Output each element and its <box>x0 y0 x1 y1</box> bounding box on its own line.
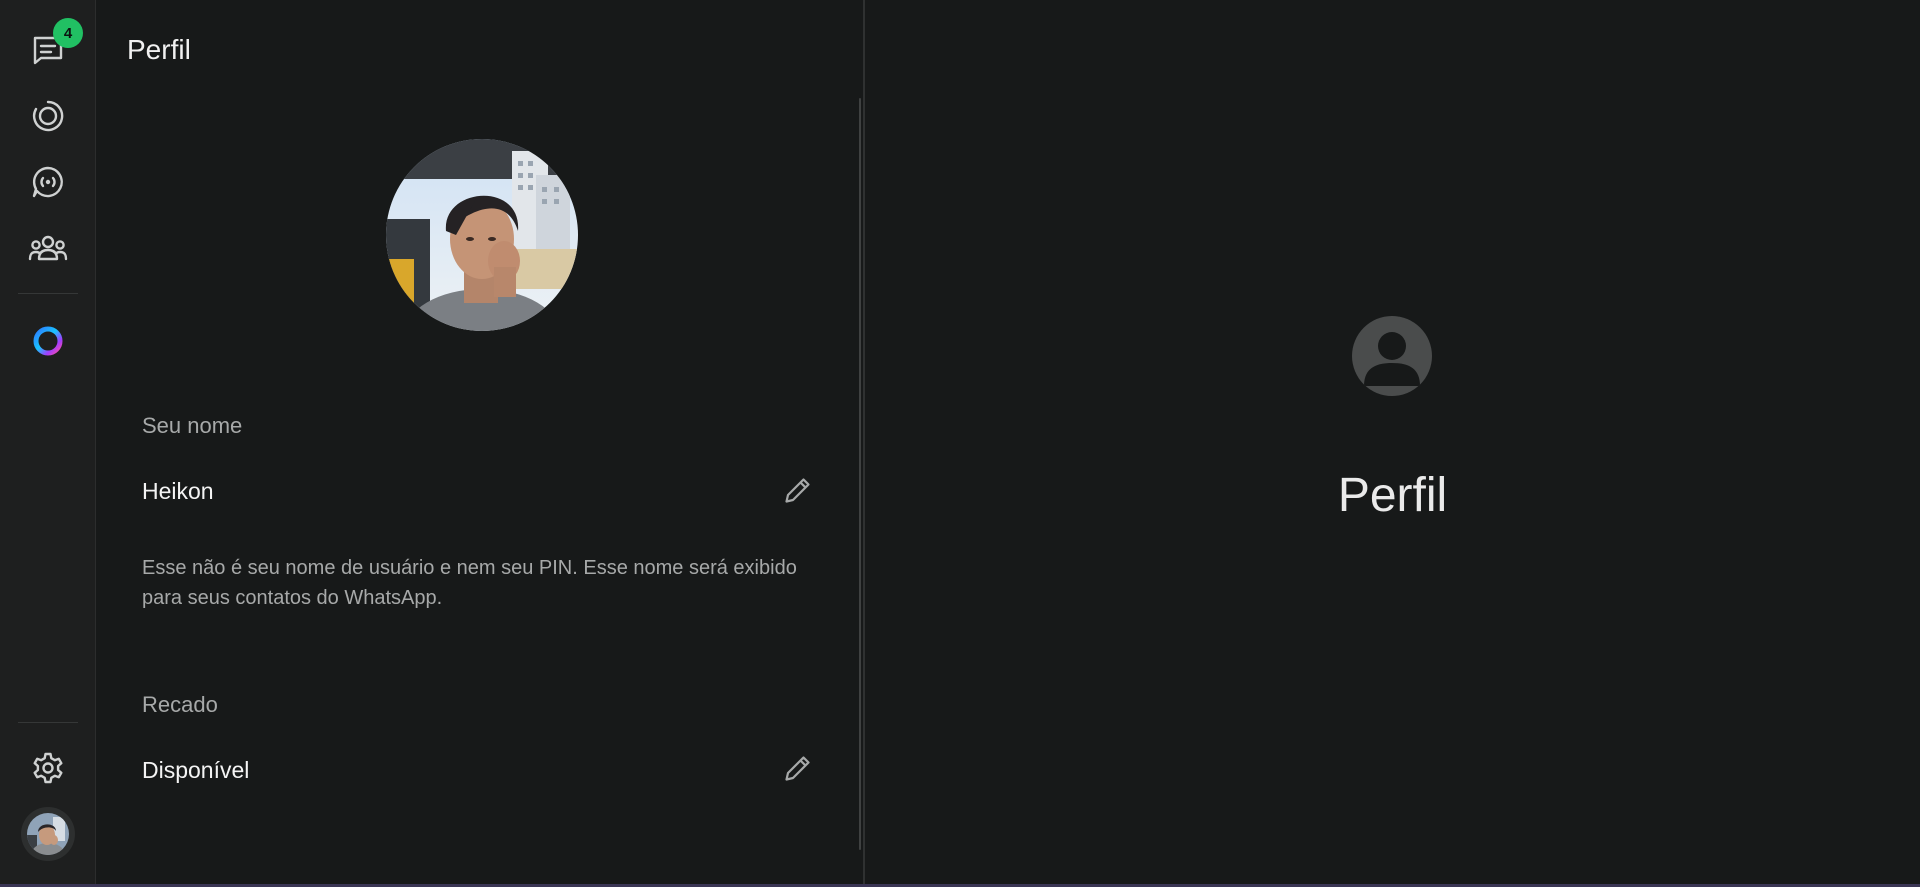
channels-icon <box>32 166 63 198</box>
meta-ai-icon <box>33 326 63 356</box>
rail-divider <box>18 293 78 294</box>
channels-button[interactable] <box>24 158 72 206</box>
name-label: Seu nome <box>142 413 243 438</box>
whatsapp-window: 4 Perfil Seu nome Heikon Esse não é seu … <box>0 0 1920 887</box>
edit-about-button[interactable] <box>778 748 818 788</box>
profile-avatar-button[interactable] <box>21 807 75 861</box>
detail-title: Perfil <box>1337 469 1448 522</box>
nav-rail: 4 <box>0 0 96 884</box>
profile-photo[interactable] <box>386 139 578 331</box>
status-button[interactable] <box>24 92 72 140</box>
detail-pane: Perfil <box>865 0 1920 884</box>
status-icon <box>32 100 64 132</box>
communities-icon <box>28 235 68 261</box>
avatar <box>27 813 69 855</box>
profile-panel: Perfil Seu nome Heikon Esse não é seu no… <box>97 0 863 884</box>
edit-name-button[interactable] <box>778 470 818 510</box>
about-label: Recado <box>142 692 218 717</box>
rail-divider-bottom <box>18 722 78 723</box>
name-value: Heikon <box>142 478 214 504</box>
name-help-text: Esse não é seu nome de usuário e nem seu… <box>142 557 797 609</box>
settings-icon <box>33 752 63 784</box>
person-placeholder-icon <box>1352 316 1432 396</box>
communities-button[interactable] <box>24 224 72 272</box>
pencil-icon <box>785 478 810 503</box>
pencil-icon <box>785 756 810 781</box>
meta-ai-button[interactable] <box>24 317 72 365</box>
chats-button[interactable]: 4 <box>24 18 83 73</box>
settings-button[interactable] <box>24 744 72 792</box>
panel-title: Perfil <box>127 34 191 65</box>
about-value: Disponível <box>142 757 250 783</box>
panel-scrollbar[interactable] <box>859 98 861 850</box>
unread-badge: 4 <box>53 18 83 48</box>
